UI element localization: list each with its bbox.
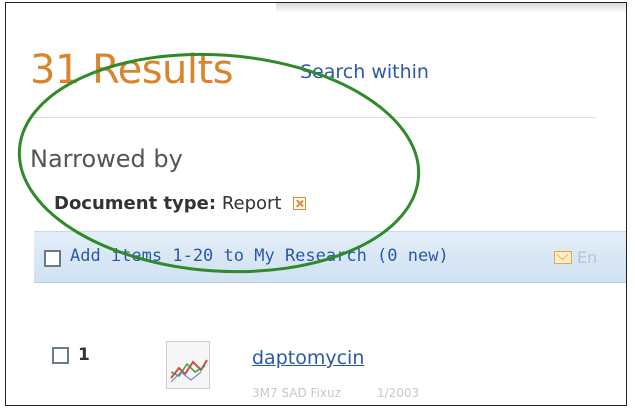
thumbnail-graphic [170, 359, 208, 383]
divider [30, 117, 596, 118]
results-toolbar: Add items 1-20 to My Research (0 new) En [34, 231, 626, 283]
remove-filter-icon[interactable] [293, 197, 307, 210]
top-shadow [276, 3, 626, 13]
results-panel: 31 Results Search within Narrowed by Doc… [5, 2, 627, 406]
my-research-link[interactable]: My Research (0 new) [254, 246, 448, 266]
result-number: 1 [78, 345, 90, 365]
add-items-text: Add items 1-20 to My Research (0 new) [70, 246, 449, 266]
narrowed-by-heading: Narrowed by [30, 145, 183, 173]
select-all-checkbox[interactable] [44, 250, 61, 267]
filter-key: Document type: [54, 193, 217, 214]
email-label: En [577, 248, 598, 267]
filter-value: Report [221, 193, 282, 214]
add-items-prefix: Add items 1-20 to [70, 246, 255, 266]
results-count: 31 Results [30, 47, 234, 93]
chart-thumbnail-icon[interactable] [166, 341, 210, 389]
mail-icon [554, 251, 572, 264]
active-filter: Document type: Report [54, 193, 307, 214]
search-within-link[interactable]: Search within [300, 61, 429, 83]
result-title-link[interactable]: daptomycin [252, 347, 364, 369]
result-meta: 3M7 SAD Fixuz 1/2003 [252, 386, 419, 400]
result-meta-date: 1/2003 [376, 386, 420, 400]
result-checkbox[interactable] [52, 347, 69, 364]
result-meta-source: 3M7 SAD Fixuz [252, 386, 341, 400]
email-button[interactable]: En [554, 248, 597, 267]
